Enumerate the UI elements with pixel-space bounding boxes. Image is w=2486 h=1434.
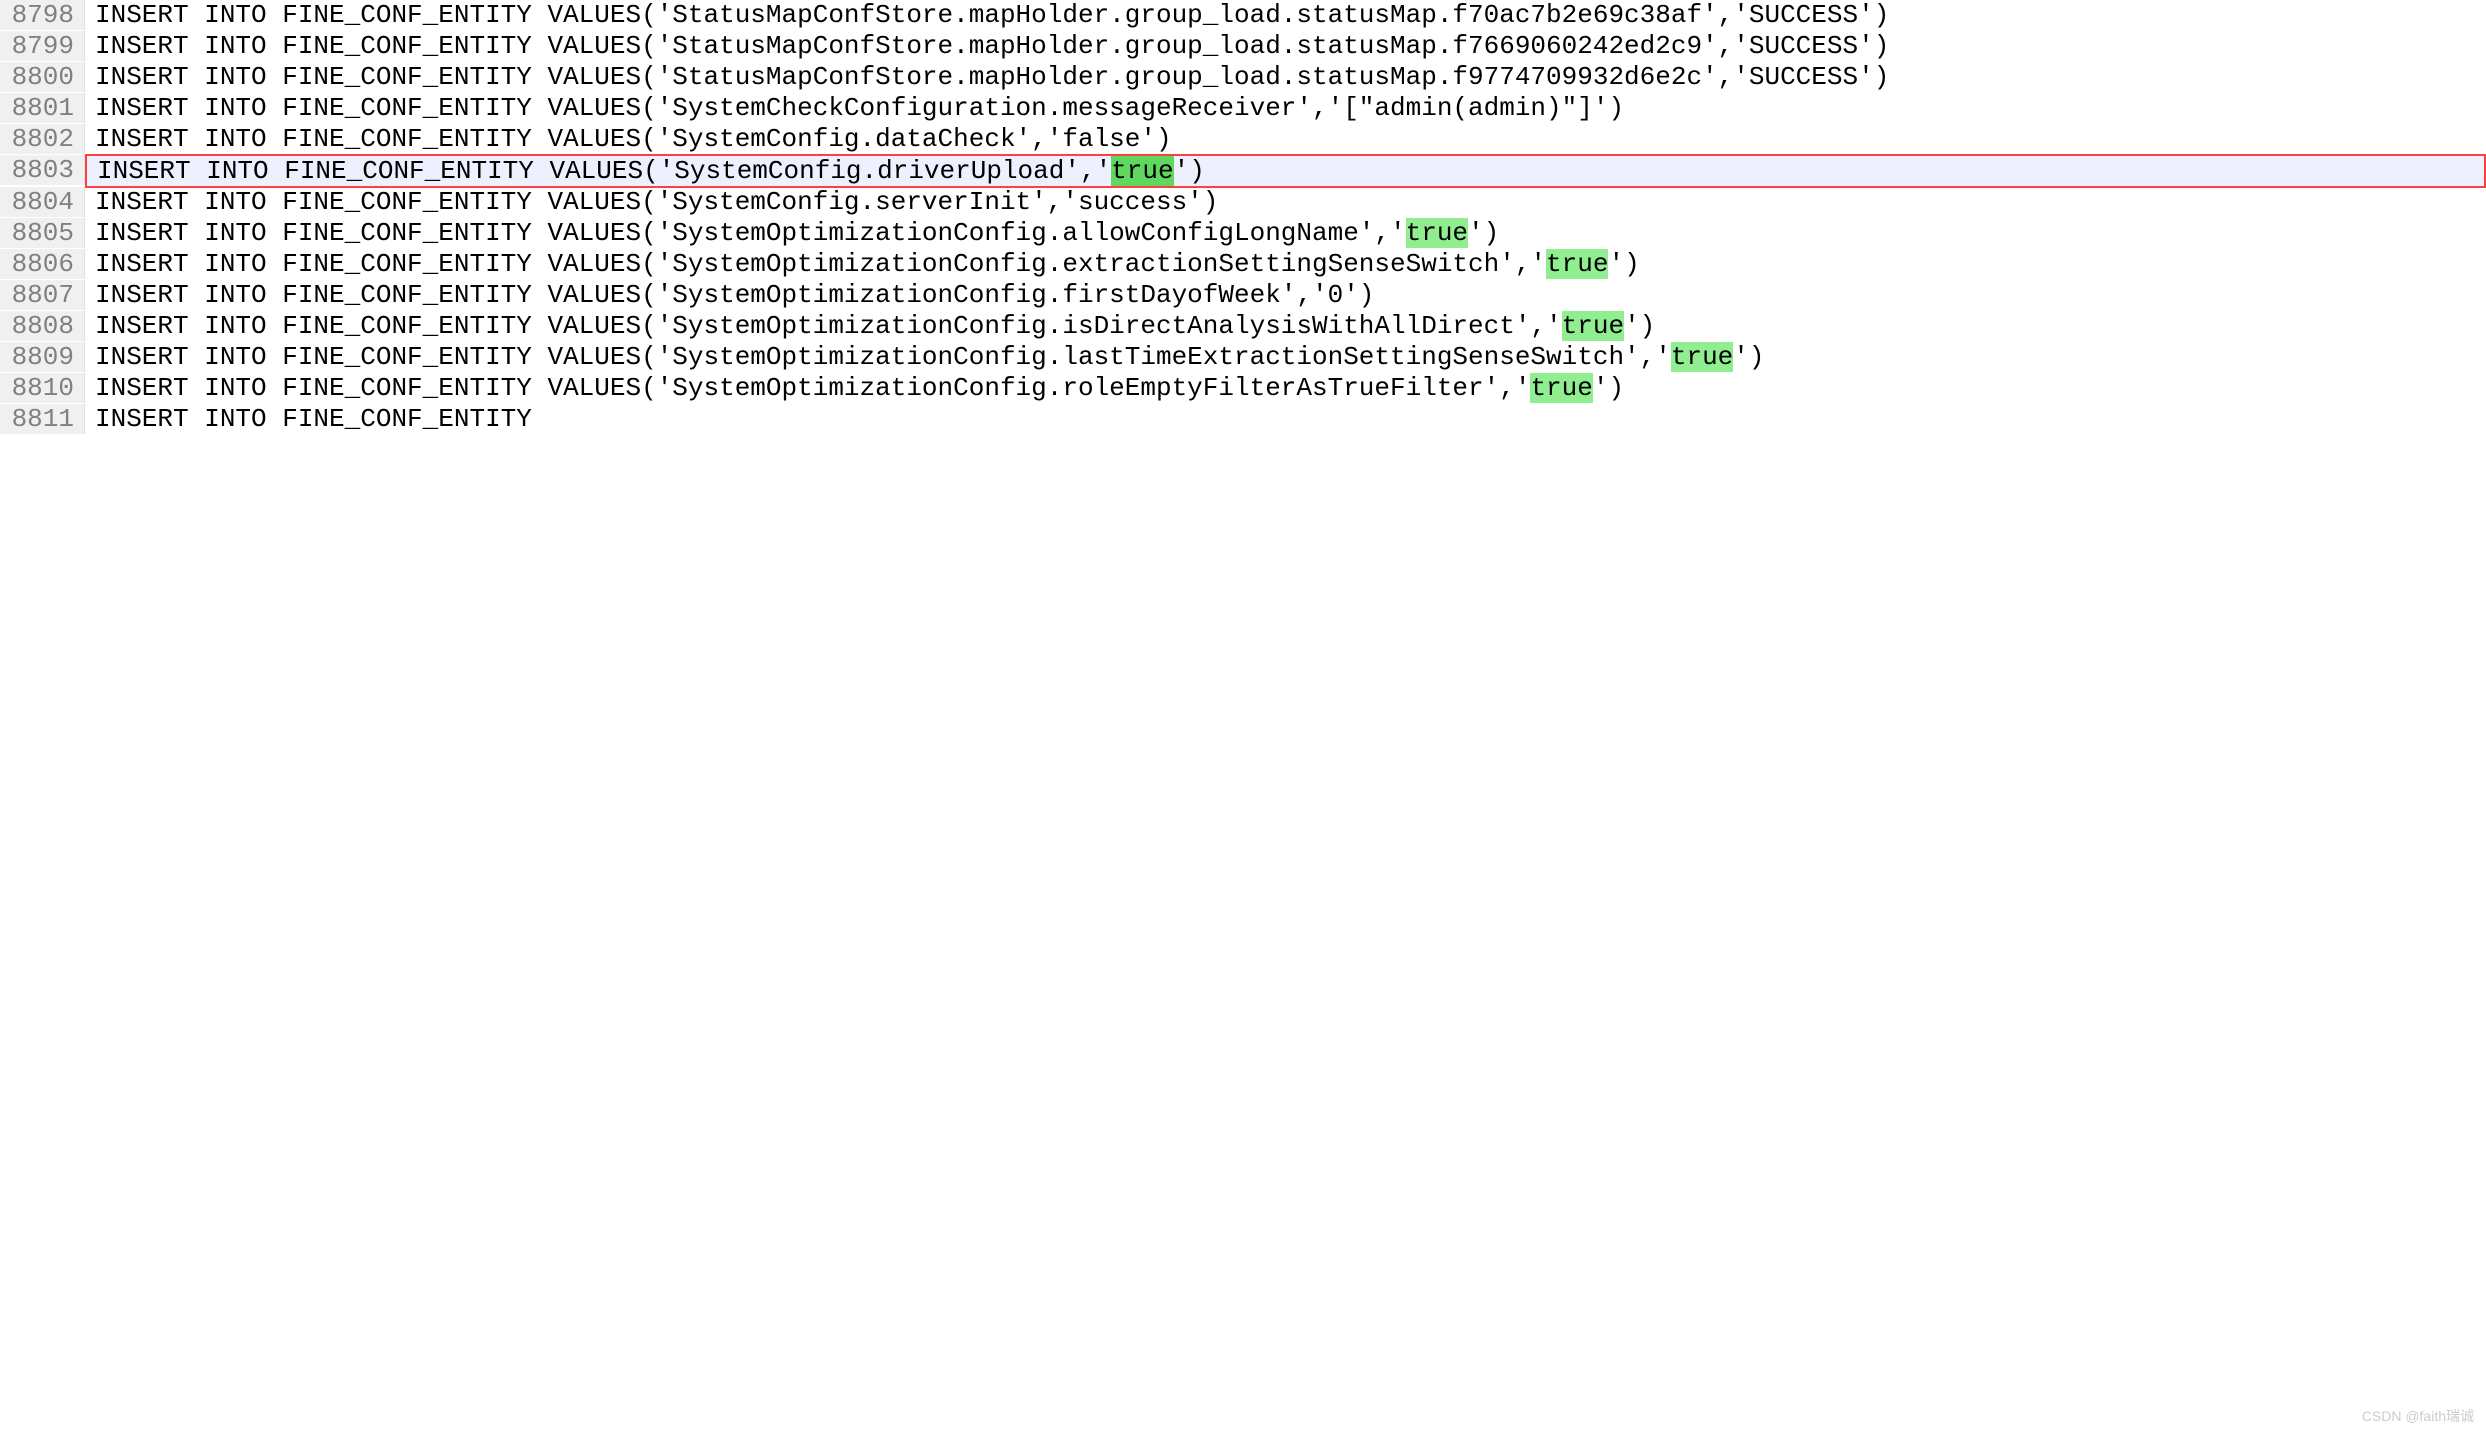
code-content[interactable]: INSERT INTO FINE_CONF_ENTITY VALUES('Sys… bbox=[85, 124, 2486, 154]
line-number: 8806 bbox=[0, 249, 85, 279]
code-content[interactable]: INSERT INTO FINE_CONF_ENTITY VALUES('Sta… bbox=[85, 0, 2486, 30]
line-number: 8810 bbox=[0, 373, 85, 403]
line-number: 8803 bbox=[0, 155, 85, 185]
code-content[interactable]: INSERT INTO FINE_CONF_ENTITY VALUES('Sys… bbox=[85, 280, 2486, 310]
code-content[interactable]: INSERT INTO FINE_CONF_ENTITY VALUES('Sys… bbox=[85, 373, 2486, 403]
code-line[interactable]: 8799INSERT INTO FINE_CONF_ENTITY VALUES(… bbox=[0, 31, 2486, 62]
code-content[interactable]: INSERT INTO FINE_CONF_ENTITY VALUES('Sys… bbox=[85, 249, 2486, 279]
code-line[interactable]: 8802INSERT INTO FINE_CONF_ENTITY VALUES(… bbox=[0, 124, 2486, 155]
code-line[interactable]: 8808INSERT INTO FINE_CONF_ENTITY VALUES(… bbox=[0, 311, 2486, 342]
line-number: 8809 bbox=[0, 342, 85, 372]
code-line[interactable]: 8807INSERT INTO FINE_CONF_ENTITY VALUES(… bbox=[0, 280, 2486, 311]
code-content[interactable]: INSERT INTO FINE_CONF_ENTITY VALUES('Sys… bbox=[85, 93, 2486, 123]
watermark: CSDN @faith瑞诚 bbox=[2362, 1406, 2474, 1426]
code-line[interactable]: 8800INSERT INTO FINE_CONF_ENTITY VALUES(… bbox=[0, 62, 2486, 93]
code-line[interactable]: 8804INSERT INTO FINE_CONF_ENTITY VALUES(… bbox=[0, 187, 2486, 218]
code-content[interactable]: INSERT INTO FINE_CONF_ENTITY VALUES('Sys… bbox=[85, 342, 2486, 372]
search-match-highlight: true bbox=[1546, 249, 1608, 279]
code-content[interactable]: INSERT INTO FINE_CONF_ENTITY VALUES('Sys… bbox=[85, 311, 2486, 341]
line-number: 8805 bbox=[0, 218, 85, 248]
code-editor[interactable]: 8798INSERT INTO FINE_CONF_ENTITY VALUES(… bbox=[0, 0, 2486, 435]
code-line[interactable]: 8810INSERT INTO FINE_CONF_ENTITY VALUES(… bbox=[0, 373, 2486, 404]
line-number: 8807 bbox=[0, 280, 85, 310]
line-number: 8801 bbox=[0, 93, 85, 123]
line-number: 8811 bbox=[0, 404, 85, 434]
code-line[interactable]: 8801INSERT INTO FINE_CONF_ENTITY VALUES(… bbox=[0, 93, 2486, 124]
search-match-highlight: true bbox=[1406, 218, 1468, 248]
line-number: 8802 bbox=[0, 124, 85, 154]
code-content[interactable]: INSERT INTO FINE_CONF_ENTITY VALUES('Sta… bbox=[85, 31, 2486, 61]
code-line[interactable]: 8803INSERT INTO FINE_CONF_ENTITY VALUES(… bbox=[0, 155, 2486, 187]
line-number: 8804 bbox=[0, 187, 85, 217]
code-content[interactable]: INSERT INTO FINE_CONF_ENTITY VALUES('Sys… bbox=[85, 218, 2486, 248]
line-number: 8799 bbox=[0, 31, 85, 61]
code-line[interactable]: 8805INSERT INTO FINE_CONF_ENTITY VALUES(… bbox=[0, 218, 2486, 249]
code-line[interactable]: 8798INSERT INTO FINE_CONF_ENTITY VALUES(… bbox=[0, 0, 2486, 31]
code-content[interactable]: INSERT INTO FINE_CONF_ENTITY bbox=[85, 404, 2486, 434]
code-line[interactable]: 8806INSERT INTO FINE_CONF_ENTITY VALUES(… bbox=[0, 249, 2486, 280]
code-content[interactable]: INSERT INTO FINE_CONF_ENTITY VALUES('Sys… bbox=[85, 154, 2486, 188]
line-number: 8798 bbox=[0, 0, 85, 30]
code-content[interactable]: INSERT INTO FINE_CONF_ENTITY VALUES('Sys… bbox=[85, 187, 2486, 217]
search-match-highlight: true bbox=[1671, 342, 1733, 372]
search-match-highlight: true bbox=[1562, 311, 1624, 341]
search-match-highlight: true bbox=[1530, 373, 1592, 403]
line-number: 8800 bbox=[0, 62, 85, 92]
code-line[interactable]: 8809INSERT INTO FINE_CONF_ENTITY VALUES(… bbox=[0, 342, 2486, 373]
code-content[interactable]: INSERT INTO FINE_CONF_ENTITY VALUES('Sta… bbox=[85, 62, 2486, 92]
line-number: 8808 bbox=[0, 311, 85, 341]
code-line[interactable]: 8811INSERT INTO FINE_CONF_ENTITY bbox=[0, 404, 2486, 435]
search-match-highlight: true bbox=[1111, 156, 1173, 186]
